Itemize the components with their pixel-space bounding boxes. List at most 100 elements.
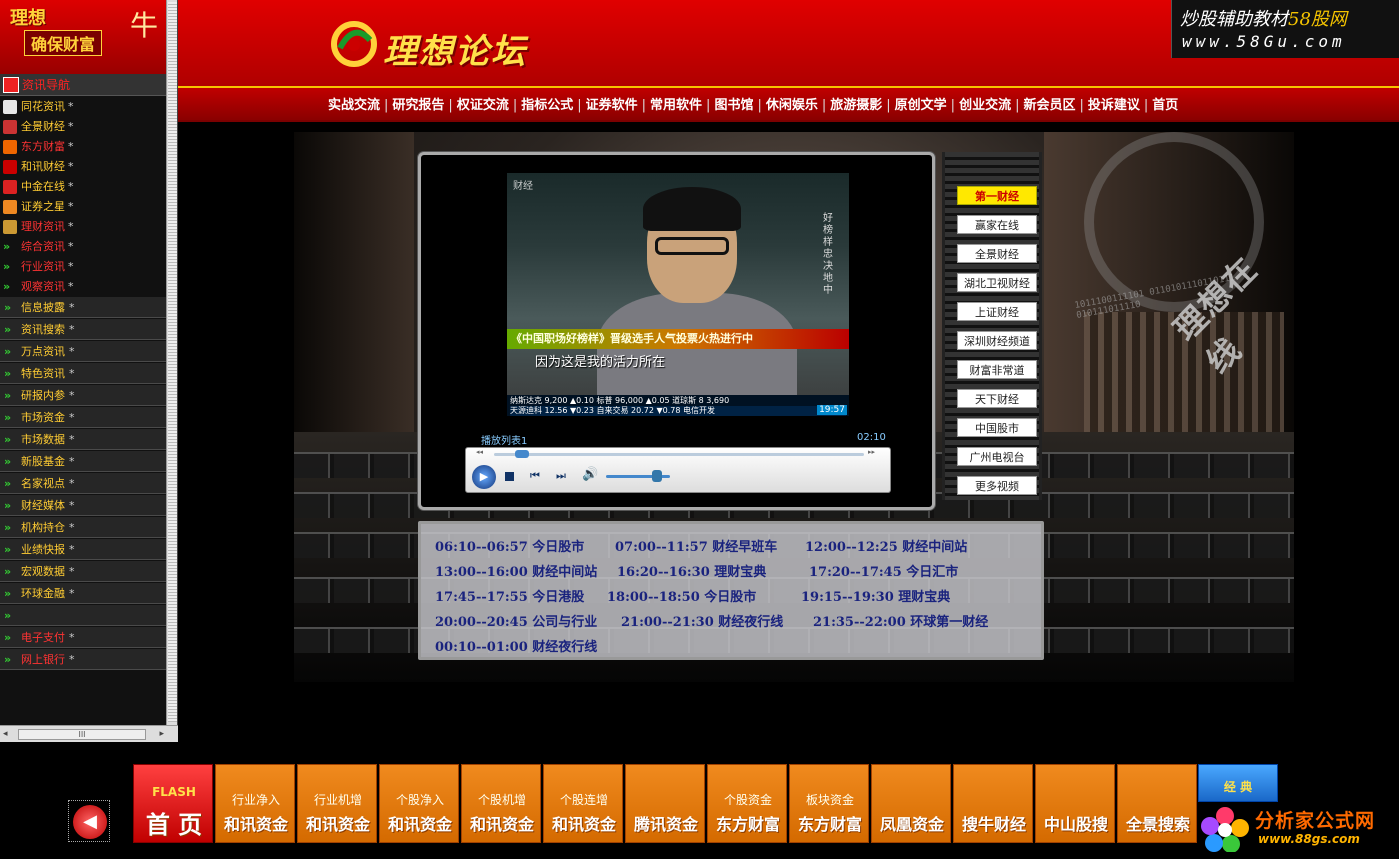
sidebar-item[interactable]: » (0, 605, 166, 626)
channel-button[interactable]: 财富非常道 (957, 360, 1037, 379)
home-button[interactable]: FLASH 首 页 (133, 764, 213, 843)
channel-button[interactable]: 赢家在线 (957, 215, 1037, 234)
schedule-entry[interactable]: 12:00--12:25 财经中间站 (805, 536, 967, 555)
classic-button[interactable]: 经 典 (1198, 764, 1278, 802)
sidebar-link[interactable]: 理财资讯 * (0, 217, 166, 237)
sidebar-item[interactable]: » 财经媒体 * (0, 495, 166, 516)
sidebar-item[interactable]: » 研报内参 * (0, 385, 166, 406)
schedule-entry[interactable]: 16:20--16:30 理财宝典 (617, 561, 766, 580)
channel-button[interactable]: 深圳财经频道 (957, 331, 1037, 350)
schedule-entry[interactable]: 07:00--11:57 财经早班车 (615, 536, 777, 555)
next-track-icon[interactable]: ⏭ (556, 469, 566, 483)
nav-link[interactable]: 投诉建议 (1088, 98, 1140, 113)
sidebar-item[interactable]: » 特色资讯 * (0, 363, 166, 384)
sidebar-item[interactable]: » 新股基金 * (0, 451, 166, 472)
volume-icon[interactable]: 🔊 (582, 467, 598, 482)
channel-button[interactable]: 更多视频 (957, 476, 1037, 495)
stop-button[interactable] (505, 472, 514, 481)
nav-link[interactable]: 权证交流 (457, 98, 509, 113)
schedule-entry[interactable]: 21:00--21:30 财经夜行线 (621, 611, 783, 630)
seek-thumb[interactable] (514, 450, 529, 458)
fund-flow-tile[interactable]: 全景搜索 (1117, 764, 1197, 843)
sidebar-item[interactable]: » 万点资讯 * (0, 341, 166, 362)
sidebar-link[interactable]: 和讯财经 * (0, 157, 166, 177)
horizontal-scroll-thumb[interactable]: III (18, 729, 146, 740)
nav-link[interactable]: 创业交流 (959, 98, 1011, 113)
schedule-entry[interactable]: 06:10--06:57 今日股市 (435, 536, 584, 555)
play-button[interactable]: ▶ (472, 465, 496, 489)
schedule-entry[interactable]: 20:00--20:45 公司与行业 (435, 611, 597, 630)
nav-link[interactable]: 证券软件 (586, 98, 638, 113)
nav-link[interactable]: 新会员区 (1023, 98, 1075, 113)
fxj-logo[interactable]: 分析家公式网 www.88gs.com (1200, 800, 1399, 859)
nav-link[interactable]: 常用软件 (650, 98, 702, 113)
sidebar-logo[interactable]: 理想 确保财富 牛 (0, 0, 166, 74)
channel-button[interactable]: 广州电视台 (957, 447, 1037, 466)
sidebar-item[interactable]: » 机构持仓 * (0, 517, 166, 538)
fund-flow-tile[interactable]: 行业净入 和讯资金 (215, 764, 295, 843)
fund-flow-tile[interactable]: 个股资金 东方财富 (707, 764, 787, 843)
channel-button[interactable]: 湖北卫视财经 (957, 273, 1037, 292)
seek-back-icon[interactable]: ◂◂ (476, 448, 483, 456)
nav-link[interactable]: 指标公式 (521, 98, 573, 113)
sidebar-link[interactable]: 证券之星 * (0, 197, 166, 217)
video-screen[interactable]: 财经 好榜样忠决 地中 《中国职场好榜样》晋级选手人气投票火热进行中 因为这是我… (507, 173, 849, 416)
seek-forward-icon[interactable]: ▸▸ (868, 448, 875, 456)
schedule-entry[interactable]: 21:35--22:00 环球第一财经 (813, 611, 988, 630)
forum-logo-text[interactable]: 理想论坛 (383, 24, 527, 73)
sidebar-item[interactable]: » 电子支付 * (0, 627, 166, 648)
sidebar-item[interactable]: » 网上银行 * (0, 649, 166, 670)
sidebar-item[interactable]: » 业绩快报 * (0, 539, 166, 560)
fund-flow-tile[interactable]: 板块资金 东方财富 (789, 764, 869, 843)
scroll-left-icon[interactable]: ◂ (3, 729, 8, 739)
nav-link[interactable]: 休闲娱乐 (766, 98, 818, 113)
fund-flow-tile[interactable]: 行业机增 和讯资金 (297, 764, 377, 843)
sidebar-item[interactable]: » 信息披露 * (0, 297, 166, 318)
nav-link[interactable]: 实战交流 (328, 98, 380, 113)
sidebar-link[interactable]: 同花资讯 * (0, 97, 166, 117)
schedule-entry[interactable]: 18:00--18:50 今日股市 (607, 586, 756, 605)
sidebar-link[interactable]: 中金在线 * (0, 177, 166, 197)
nav-link[interactable]: 首页 (1152, 98, 1178, 113)
sidebar-item[interactable]: » 宏观数据 * (0, 561, 166, 582)
channel-button[interactable]: 第一财经 (957, 186, 1037, 205)
fund-flow-tile[interactable]: 个股机增 和讯资金 (461, 764, 541, 843)
fund-flow-tile[interactable]: 凤凰资金 (871, 764, 951, 843)
playlist-label[interactable]: 播放列表1 (481, 432, 527, 447)
sidebar-link[interactable]: 全景财经 * (0, 117, 166, 137)
sidebar-item[interactable]: » 资讯搜索 * (0, 319, 166, 340)
schedule-entry[interactable]: 13:00--16:00 财经中间站 (435, 561, 597, 580)
channel-button[interactable]: 中国股市 (957, 418, 1037, 437)
fund-flow-tile[interactable]: 中山股搜 (1035, 764, 1115, 843)
sidebar-link[interactable]: » 观察资讯 * (0, 277, 166, 297)
seek-bar[interactable] (494, 453, 864, 456)
nav-link[interactable]: 图书馆 (714, 98, 753, 113)
forum-logo-icon[interactable] (330, 18, 378, 68)
sidebar-vertical-scrollbar[interactable] (166, 0, 177, 725)
sidebar-item[interactable]: » 市场资金 * (0, 407, 166, 428)
fund-flow-tile[interactable]: 腾讯资金 (625, 764, 705, 843)
sidebar-item[interactable]: » 环球金融 * (0, 583, 166, 604)
schedule-entry[interactable]: 19:15--19:30 理财宝典 (801, 586, 950, 605)
fund-flow-tile[interactable]: 个股连增 和讯资金 (543, 764, 623, 843)
vertical-scroll-thumb[interactable] (168, 2, 177, 722)
fund-flow-tile[interactable]: 个股净入 和讯资金 (379, 764, 459, 843)
channel-button[interactable]: 全景财经 (957, 244, 1037, 263)
schedule-entry[interactable]: 17:20--17:45 今日汇市 (809, 561, 958, 580)
back-button[interactable]: ◀ (68, 800, 110, 842)
channel-button[interactable]: 上证财经 (957, 302, 1037, 321)
scroll-right-icon[interactable]: ▸ (159, 729, 164, 739)
brand-box[interactable]: 炒股辅助教材58股网 www.58Gu.com (1171, 0, 1399, 58)
sidebar-link[interactable]: » 行业资讯 * (0, 257, 166, 277)
fund-flow-tile[interactable]: 搜牛财经 (953, 764, 1033, 843)
sidebar-link[interactable]: » 综合资讯 * (0, 237, 166, 257)
schedule-entry[interactable]: 00:10--01:00 财经夜行线 (435, 636, 597, 655)
sidebar-horizontal-scrollbar[interactable]: ◂ III ▸ (0, 725, 178, 742)
channel-button[interactable]: 天下财经 (957, 389, 1037, 408)
nav-link[interactable]: 研究报告 (392, 98, 444, 113)
sidebar-item[interactable]: » 市场数据 * (0, 429, 166, 450)
sidebar-link[interactable]: 东方财富 * (0, 137, 166, 157)
volume-thumb[interactable] (652, 470, 663, 482)
previous-track-icon[interactable]: ⏮ (530, 469, 540, 483)
sidebar-item[interactable]: » 名家视点 * (0, 473, 166, 494)
